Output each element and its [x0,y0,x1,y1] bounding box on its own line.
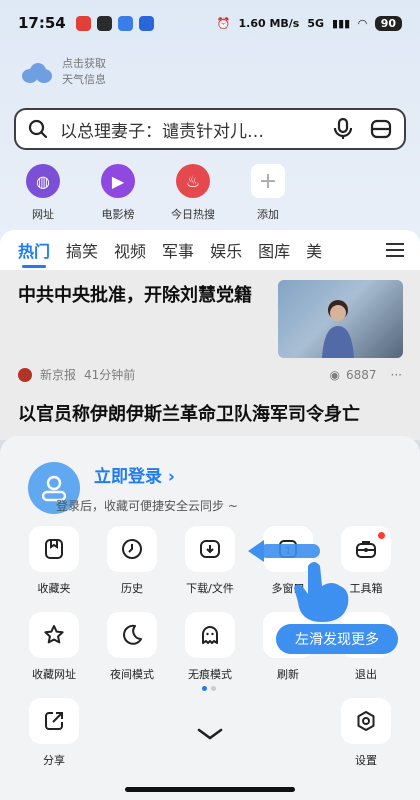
shortcut-websites[interactable]: ◍ 网址 [18,164,68,222]
clapperboard-icon: ▶ [101,164,135,198]
app-notification-icon [117,15,133,31]
tab-beauty[interactable]: 美 [306,238,322,262]
clock-icon [107,526,157,572]
page-indicator [202,686,216,691]
tab-military[interactable]: 军事 [162,238,194,262]
settings-icon [341,698,391,744]
app-notification-icon [96,15,112,31]
chevron-down-icon[interactable] [196,726,224,742]
shortcut-label: 今日热搜 [171,208,215,221]
menu-sheet: 立即登录 › 登录后，收藏可便捷安全云同步 ~ 收藏夹 历史 下载/文件 多窗口… [0,436,420,800]
status-time: 17:54 [18,14,66,32]
cloud-icon [20,61,52,83]
weather-line-1: 点击获取 [62,57,106,70]
shortcut-movie-chart[interactable]: ▶ 电影榜 [93,164,143,222]
menu-grid: 收藏夹 历史 下载/文件 1 多窗口 [0,526,420,698]
menu-label: 无痕模式 [188,668,232,681]
signal-label: 5G [307,16,325,30]
menu-share[interactable]: 分享 [28,698,80,768]
menu-label: 分享 [43,754,65,767]
alarm-icon: ⏰ [216,16,231,30]
home-indicator[interactable] [125,787,295,792]
menu-save-url[interactable]: 收藏网址 [28,612,80,682]
menu-label: 下载/文件 [186,582,234,595]
notification-dot [378,532,385,539]
menu-label: 收藏网址 [32,668,76,681]
app-notification-icon [138,15,154,31]
notification-icons [75,15,154,31]
menu-icon[interactable] [386,239,404,261]
login-section[interactable]: 立即登录 › 登录后，收藏可便捷安全云同步 ~ [28,462,238,514]
shortcut-label: 电影榜 [101,208,135,221]
plus-icon: + [251,164,285,198]
menu-label: 设置 [355,754,377,767]
search-bar[interactable]: 以总理妻子：谴责针对儿… [14,108,406,150]
battery-indicator: 90 [374,15,402,31]
shortcut-label: 添加 [257,208,279,221]
menu-label: 收藏夹 [37,582,71,595]
fire-icon: ♨ [176,164,210,198]
menu-incognito[interactable]: 无痕模式 [184,612,236,682]
download-icon [185,526,235,572]
swipe-hint-text: 左滑发现更多 [276,624,398,654]
swipe-hint-icon [248,540,349,622]
tab-video[interactable]: 视频 [114,238,146,262]
chevron-right-icon: › [167,467,175,487]
weather-widget[interactable]: 点击获取 天气信息 [20,56,106,88]
shortcut-add[interactable]: + 添加 [243,164,293,222]
news-tabs: 热门 搞笑 视频 军事 娱乐 图库 美 [0,230,420,270]
menu-downloads[interactable]: 下载/文件 [184,526,236,596]
status-bar: 17:54 ⏰ 1.60 MB/s 5G ▮▮▮ ◠ 90 [0,0,420,46]
search-query[interactable]: 以总理妻子：谴责针对儿… [60,117,332,142]
wifi-icon: ◠ [358,16,367,30]
shortcut-label: 网址 [32,208,54,221]
microphone-icon[interactable] [332,117,354,141]
login-title[interactable]: 立即登录 › [94,462,238,487]
menu-history[interactable]: 历史 [106,526,158,596]
tab-entertainment[interactable]: 娱乐 [210,238,242,262]
weather-line-2: 天气信息 [62,73,106,86]
menu-label: 夜间模式 [110,668,154,681]
menu-label: 退出 [355,668,377,681]
menu-label: 刷新 [277,668,299,681]
menu-night-mode[interactable]: 夜间模式 [106,612,158,682]
moon-icon [107,612,157,658]
app-notification-icon [75,15,91,31]
search-icon [28,119,48,139]
tab-hot[interactable]: 热门 [18,238,50,268]
shortcut-trending[interactable]: ♨ 今日热搜 [168,164,218,222]
menu-label: 历史 [121,582,143,595]
globe-icon: ◍ [26,164,60,198]
menu-bookmarks[interactable]: 收藏夹 [28,526,80,596]
star-icon [29,612,79,658]
scan-icon[interactable] [370,119,392,139]
net-speed: 1.60 MB/s [238,16,300,30]
tab-funny[interactable]: 搞笑 [66,238,98,262]
shortcut-row: ◍ 网址 ▶ 电影榜 ♨ 今日热搜 + 添加 [18,164,293,222]
ghost-icon [185,612,235,658]
login-subtitle: 登录后，收藏可便捷安全云同步 ~ [56,499,238,513]
signal-icon: ▮▮▮ [332,16,351,30]
status-right: ⏰ 1.60 MB/s 5G ▮▮▮ ◠ 90 [216,15,402,31]
tab-gallery[interactable]: 图库 [258,238,290,262]
menu-settings[interactable]: 设置 [340,698,392,768]
bookmark-icon [29,526,79,572]
share-icon [29,698,79,744]
